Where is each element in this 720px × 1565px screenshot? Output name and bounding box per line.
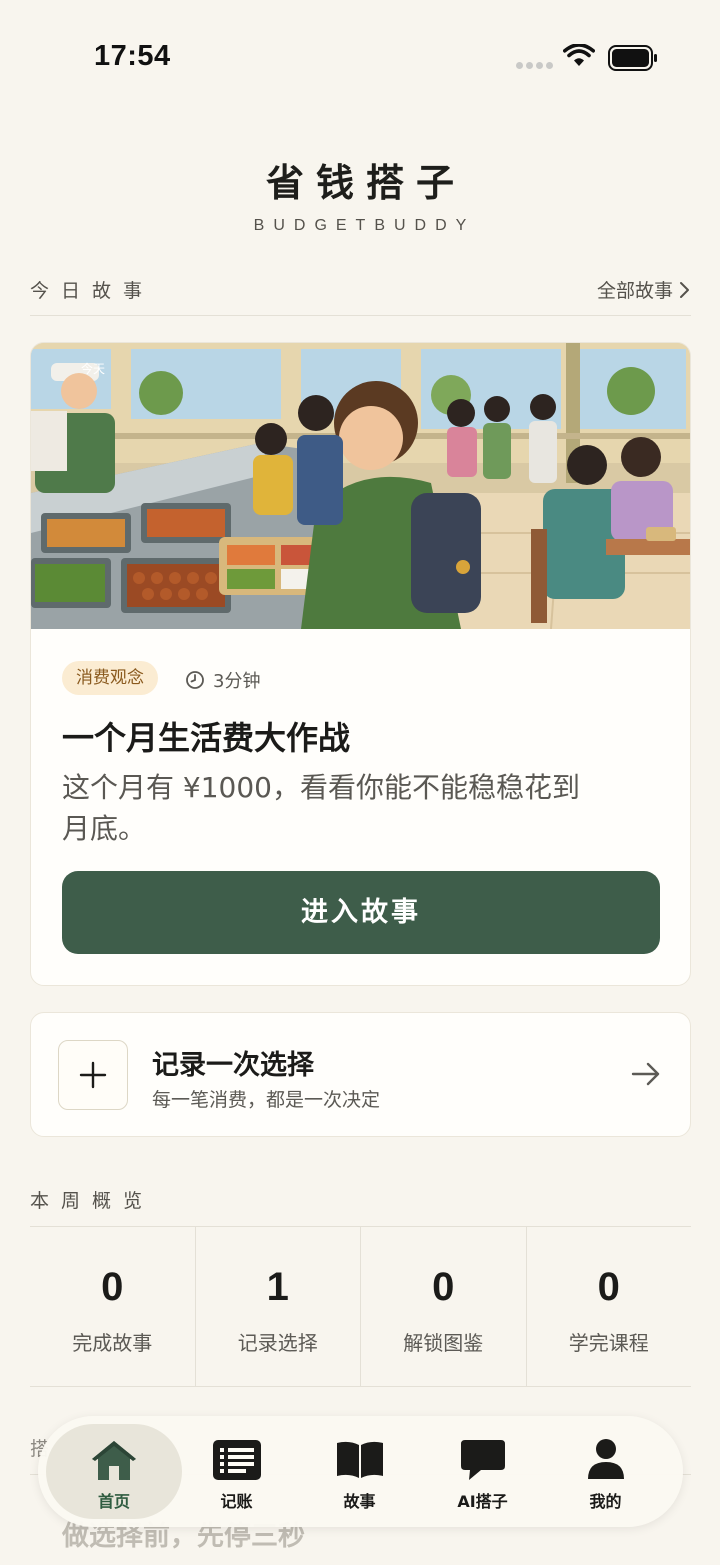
- stat-value: 1: [266, 1265, 289, 1309]
- stat-recorded-choices[interactable]: 1 记录选择: [196, 1227, 361, 1386]
- stat-label: 记录选择: [237, 1331, 318, 1355]
- app-subtitle: BUDGETBUDDY: [253, 217, 476, 234]
- see-all-stories-link[interactable]: 全部故事: [597, 276, 691, 303]
- list-icon: [212, 1440, 261, 1480]
- cellular-signal-icon: [516, 62, 553, 69]
- record-title: 记录一次选择: [152, 1050, 314, 1081]
- clock-icon: [186, 671, 204, 689]
- home-icon: [92, 1441, 136, 1480]
- tab-stories[interactable]: 故事: [298, 1416, 421, 1527]
- person-icon: [587, 1439, 624, 1479]
- stat-label: 解锁图鉴: [403, 1331, 484, 1355]
- chevron-right-icon: [680, 281, 689, 298]
- stat-completed-stories[interactable]: 0 完成故事: [30, 1227, 196, 1386]
- tab-ai-buddy[interactable]: AI搭子: [421, 1416, 544, 1527]
- record-choice-card[interactable]: 记录一次选择 每一笔消费，都是一次决定: [30, 1012, 691, 1137]
- stat-value: 0: [101, 1265, 124, 1309]
- stat-label: 完成故事: [72, 1331, 153, 1355]
- bottom-tab-bar: 首页 记账 故事 AI搭子 我的: [38, 1416, 683, 1527]
- week-section-label: 本周概览: [30, 1190, 155, 1212]
- enter-story-button[interactable]: 进入故事: [62, 871, 660, 954]
- see-all-label: 全部故事: [596, 280, 673, 302]
- stat-value: 0: [597, 1265, 620, 1309]
- tab-label: 首页: [97, 1492, 130, 1511]
- story-cover-image: 今天: [31, 343, 690, 629]
- app-title: 省钱搭子: [265, 161, 466, 205]
- chat-icon: [460, 1440, 505, 1480]
- stat-unlocked-collection[interactable]: 0 解锁图鉴: [361, 1227, 527, 1386]
- weekly-stats: 0 完成故事 1 记录选择 0 解锁图鉴 0 学完课程: [30, 1226, 691, 1387]
- category-tag: 消费观念: [62, 661, 158, 695]
- tab-bookkeeping[interactable]: 记账: [175, 1416, 298, 1527]
- stat-finished-courses[interactable]: 0 学完课程: [527, 1227, 692, 1386]
- today-section-header: 今日故事 全部故事: [30, 268, 691, 316]
- record-subtitle: 每一笔消费，都是一次决定: [152, 1089, 381, 1111]
- wifi-icon: [563, 44, 595, 66]
- week-section-header: 本周概览: [30, 1178, 691, 1226]
- tab-label: 故事: [343, 1492, 376, 1511]
- story-description: 这个月有 ¥1000，看看你能不能稳稳花到月底。: [62, 771, 580, 845]
- stat-label: 学完课程: [568, 1331, 649, 1355]
- plus-icon: [79, 1061, 107, 1089]
- tab-label: 记账: [220, 1492, 253, 1511]
- svg-text:今天: 今天: [81, 361, 105, 376]
- add-record-button[interactable]: [58, 1040, 128, 1110]
- arrow-right-icon[interactable]: [631, 1061, 661, 1087]
- book-icon: [336, 1441, 383, 1478]
- story-title: 一个月生活费大作战: [62, 719, 351, 757]
- reading-duration: 3分钟: [185, 667, 260, 693]
- tab-label: AI搭子: [457, 1492, 508, 1511]
- tab-home[interactable]: 首页: [38, 1416, 190, 1527]
- battery-icon: [608, 45, 657, 71]
- status-bar: 17:54: [0, 0, 720, 110]
- tab-profile[interactable]: 我的: [544, 1416, 667, 1527]
- today-section-label: 今日故事: [30, 280, 155, 302]
- stat-value: 0: [432, 1265, 455, 1309]
- tab-label: 我的: [589, 1492, 622, 1511]
- status-time: 17:54: [94, 40, 171, 72]
- duration-label: 3分钟: [213, 671, 261, 692]
- story-card[interactable]: 今天 消费观念 3分钟 一个月生活费大作战 这个月有 ¥1000，看看你能不能稳…: [30, 342, 691, 986]
